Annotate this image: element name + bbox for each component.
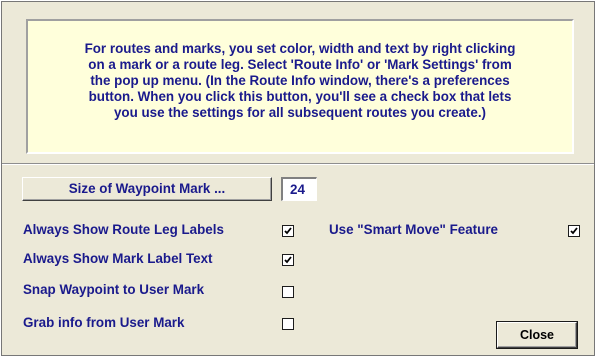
route-leg-labels-checkbox[interactable] [282, 225, 294, 237]
waypoint-size-label: Size of Waypoint Mark ... [22, 177, 272, 201]
mark-label-text-label: Always Show Mark Label Text [23, 251, 213, 266]
smart-move-label: Use "Smart Move" Feature [329, 222, 498, 237]
info-message: For routes and marks, you set color, wid… [26, 19, 574, 154]
checkmark-icon [570, 227, 578, 235]
snap-waypoint-label: Snap Waypoint to User Mark [23, 282, 205, 297]
checkmark-icon [284, 256, 292, 264]
snap-waypoint-checkbox[interactable] [282, 286, 294, 298]
waypoint-size-input[interactable] [281, 177, 317, 201]
mark-label-text-checkbox[interactable] [282, 254, 294, 266]
checkmark-icon [284, 227, 292, 235]
close-button[interactable]: Close [497, 322, 577, 348]
grab-info-label: Grab info from User Mark [23, 315, 185, 330]
separator-highlight [2, 164, 594, 165]
preferences-dialog: For routes and marks, you set color, wid… [1, 1, 595, 356]
grab-info-checkbox[interactable] [282, 318, 294, 330]
route-leg-labels-label: Always Show Route Leg Labels [23, 222, 224, 237]
smart-move-checkbox[interactable] [568, 225, 580, 237]
